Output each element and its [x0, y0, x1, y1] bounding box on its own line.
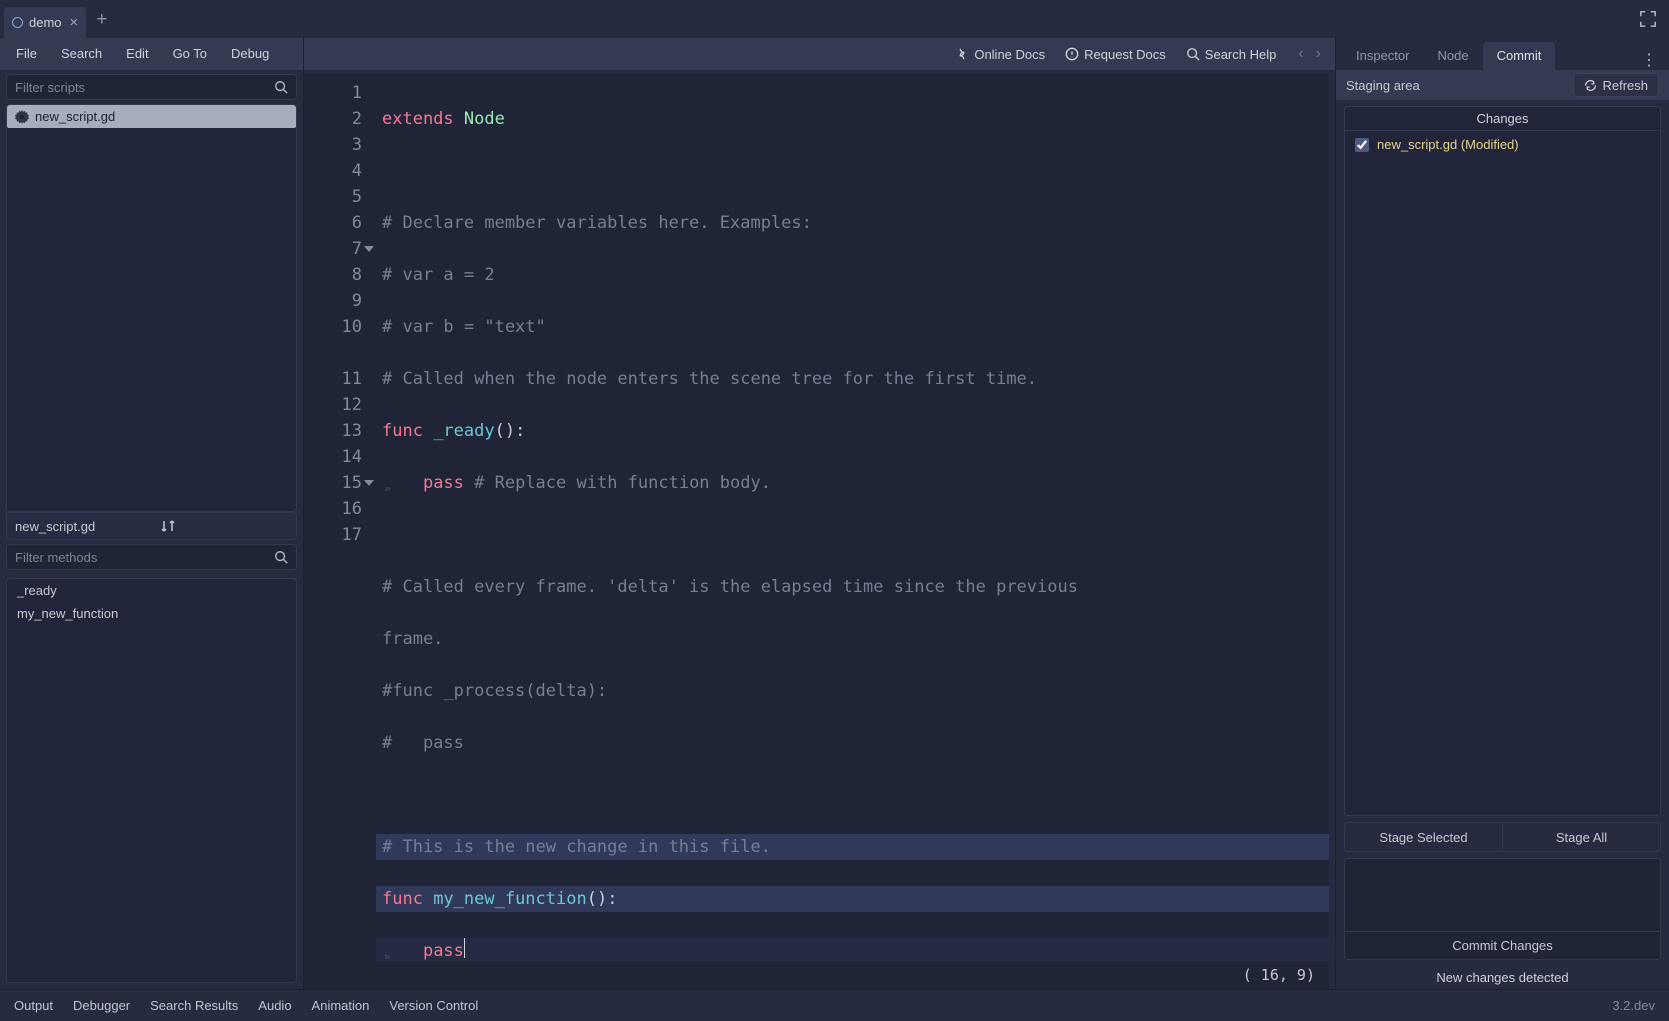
method-item[interactable]: my_new_function — [7, 602, 296, 625]
filter-methods-input[interactable] — [7, 550, 266, 565]
script-menu-bar: File Search Edit Go To Debug — [0, 38, 303, 70]
script-list-item[interactable]: new_script.gd — [7, 105, 296, 128]
online-docs-button[interactable]: Online Docs — [947, 38, 1053, 70]
scene-icon — [12, 17, 23, 28]
current-script-row: new_script.gd — [6, 512, 297, 540]
change-file-label: new_script.gd (Modified) — [1377, 137, 1519, 152]
menu-goto[interactable]: Go To — [161, 38, 219, 70]
menu-search[interactable]: Search — [49, 38, 114, 70]
gear-icon — [15, 110, 29, 124]
filter-methods-row — [6, 544, 297, 570]
search-icon[interactable] — [266, 550, 296, 564]
sort-icon[interactable] — [152, 518, 297, 534]
stage-all-button[interactable]: Stage All — [1502, 823, 1660, 851]
code-editor[interactable]: 1 2 3 4 5 6 7 8 9 10 11 12 13 14 15 16 — [304, 74, 1329, 989]
close-icon[interactable]: × — [70, 14, 79, 31]
request-docs-button[interactable]: Request Docs — [1057, 38, 1174, 70]
panel-audio[interactable]: Audio — [258, 998, 291, 1013]
menu-file[interactable]: File — [4, 38, 49, 70]
refresh-button[interactable]: Refresh — [1573, 73, 1659, 97]
panel-output[interactable]: Output — [14, 998, 53, 1013]
search-icon[interactable] — [266, 80, 296, 94]
panel-search-results[interactable]: Search Results — [150, 998, 238, 1013]
search-help-button[interactable]: Search Help — [1178, 38, 1285, 70]
panel-animation[interactable]: Animation — [312, 998, 370, 1013]
tab-inspector[interactable]: Inspector — [1342, 42, 1423, 70]
change-checkbox[interactable] — [1355, 138, 1369, 152]
line-gutter: 1 2 3 4 5 6 7 8 9 10 11 12 13 14 15 16 — [304, 74, 376, 961]
editor-toolbar: Online Docs Request Docs Search Help ‹ › — [304, 38, 1335, 70]
add-scene-button[interactable]: + — [86, 9, 117, 31]
changes-header: Changes — [1345, 107, 1660, 131]
method-item[interactable]: _ready — [7, 579, 296, 602]
stage-selected-button[interactable]: Stage Selected — [1345, 823, 1502, 851]
current-script-label: new_script.gd — [7, 519, 152, 534]
more-icon[interactable]: ⋮ — [1629, 50, 1669, 70]
tab-commit[interactable]: Commit — [1483, 42, 1556, 70]
nav-back-icon[interactable]: ‹ — [1292, 45, 1309, 63]
panel-debugger[interactable]: Debugger — [73, 998, 130, 1013]
version-label: 3.2.dev — [1612, 998, 1655, 1013]
commit-message-area[interactable] — [1345, 859, 1660, 931]
scene-tab-label: demo — [29, 15, 62, 30]
nav-forward-icon[interactable]: › — [1310, 45, 1327, 63]
script-item-label: new_script.gd — [35, 109, 115, 124]
tab-node[interactable]: Node — [1423, 42, 1482, 70]
scene-tab-demo[interactable]: demo × — [4, 7, 86, 38]
staging-area-label: Staging area — [1346, 78, 1420, 93]
filter-scripts-input[interactable] — [7, 80, 266, 95]
menu-edit[interactable]: Edit — [114, 38, 160, 70]
filter-scripts-row — [6, 74, 297, 100]
changes-detected-label: New changes detected — [1336, 966, 1669, 989]
panel-version-control[interactable]: Version Control — [389, 998, 478, 1013]
cursor-position: ( 16, 9) — [304, 961, 1329, 989]
fullscreen-icon[interactable] — [1639, 10, 1657, 28]
menu-debug[interactable]: Debug — [219, 38, 281, 70]
change-item[interactable]: new_script.gd (Modified) — [1345, 131, 1660, 158]
code-body[interactable]: extends Node # Declare member variables … — [376, 74, 1329, 961]
commit-changes-button[interactable]: Commit Changes — [1345, 931, 1660, 959]
